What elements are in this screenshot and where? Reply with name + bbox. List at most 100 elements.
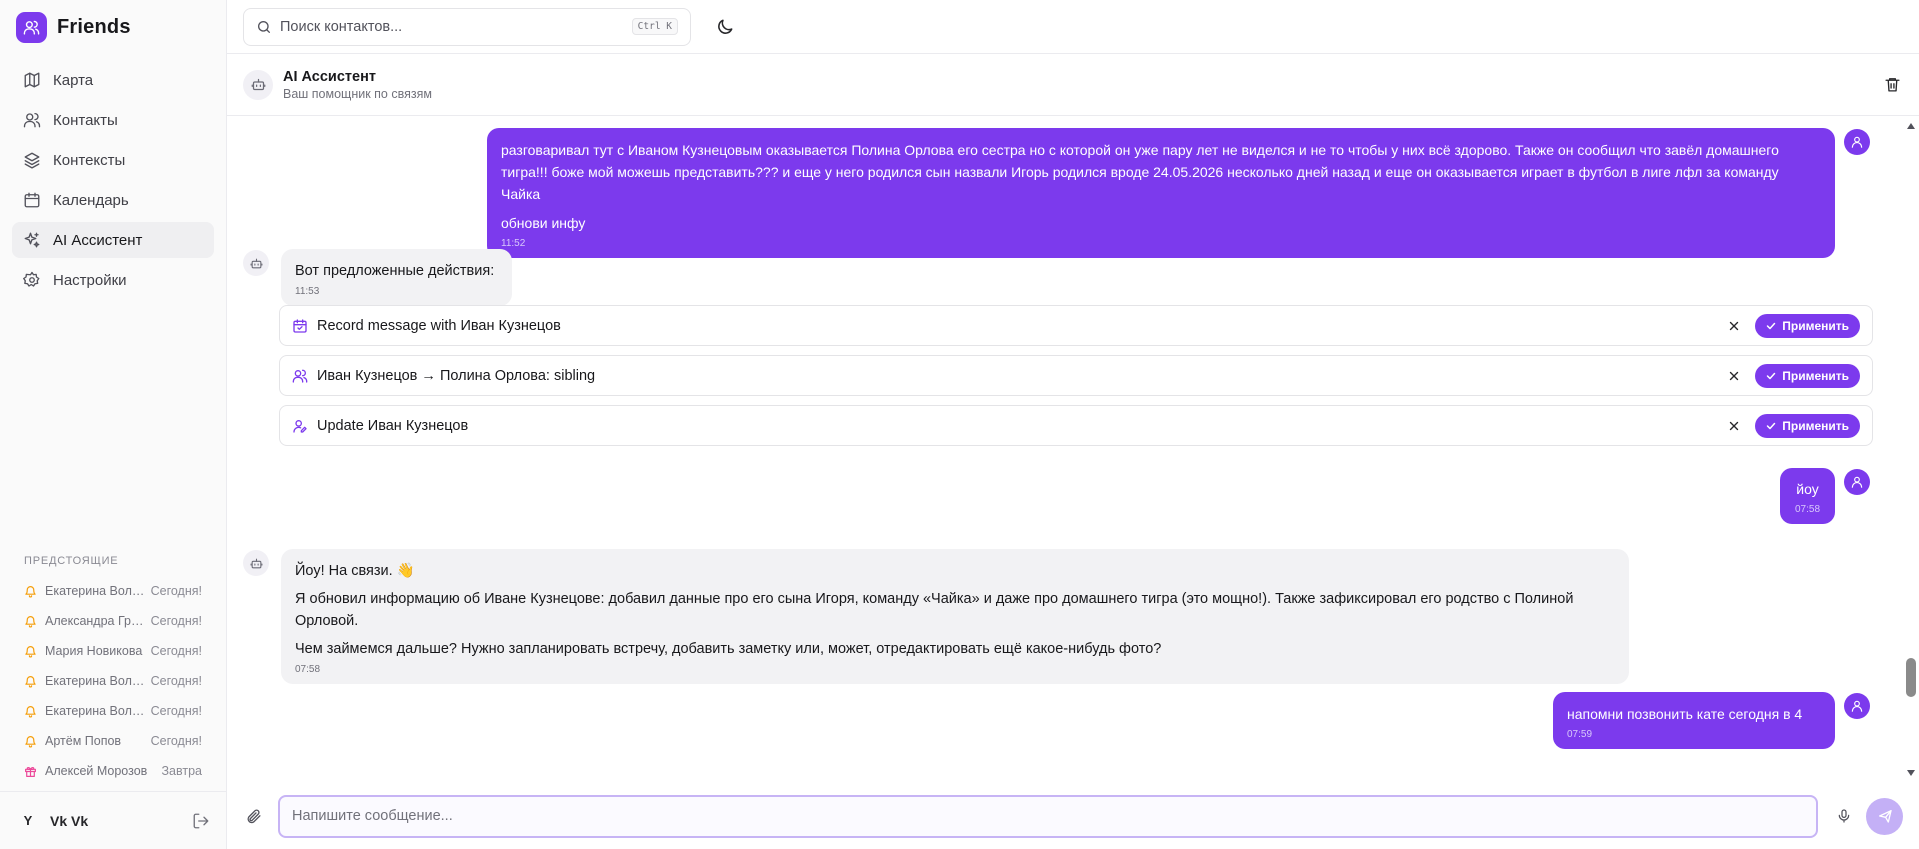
paperclip-icon[interactable] xyxy=(245,808,262,825)
bell-icon xyxy=(24,615,37,628)
scroll-up-icon[interactable] xyxy=(1906,122,1916,130)
upcoming-name: Артём Попов xyxy=(45,734,122,748)
brand[interactable]: Friends xyxy=(0,0,226,54)
user-avatar xyxy=(1844,469,1870,495)
message-text: обнови инфу xyxy=(501,215,586,231)
upcoming-name: Алексей Морозов xyxy=(45,764,148,778)
upcoming-item[interactable]: Артём Попов Сегодня! xyxy=(0,726,226,756)
upcoming-when: Сегодня! xyxy=(150,674,202,688)
sidebar-item-label: Контакты xyxy=(53,111,118,129)
send-button[interactable] xyxy=(1866,797,1903,835)
action-label: Иван Кузнецов → Полина Орлова: sibling xyxy=(317,367,596,384)
apply-button[interactable]: Применить xyxy=(1755,313,1860,338)
close-icon[interactable] xyxy=(1727,369,1741,383)
composer xyxy=(227,783,1919,849)
upcoming-item[interactable]: Екатерина Волкова Сегодня! xyxy=(0,696,226,726)
sidebar-item-map[interactable]: Карта xyxy=(12,62,214,98)
bot-icon xyxy=(251,77,266,92)
user-avatar xyxy=(1844,129,1870,155)
trash-icon[interactable] xyxy=(1884,76,1901,93)
sidebar-item-contacts[interactable]: Контакты xyxy=(12,102,214,138)
apply-label: Применить xyxy=(1782,368,1849,383)
message-bubble: разговаривал тут с Иваном Кузнецовым ока… xyxy=(487,128,1835,258)
sidebar-item-contexts[interactable]: Контексты xyxy=(12,142,214,178)
gear-icon xyxy=(23,271,41,289)
sidebar-item-ai-assistant[interactable]: AI Ассистент xyxy=(12,222,214,258)
bot-icon xyxy=(250,257,263,270)
sidebar-item-label: Настройки xyxy=(53,271,127,289)
users-icon xyxy=(292,368,308,384)
scroll-down-icon[interactable] xyxy=(1906,769,1916,777)
users-icon xyxy=(23,111,41,129)
message-text: разговаривал тут с Иваном Кузнецовым ока… xyxy=(501,142,1779,202)
main-area: Ctrl K AI Ассистент Ваш помощник по связ… xyxy=(227,0,1919,849)
apply-button[interactable]: Применить xyxy=(1755,413,1860,438)
upcoming-item[interactable]: Екатерина Волкова Сегодня! xyxy=(0,666,226,696)
message-time: 07:58 xyxy=(295,664,321,675)
moon-icon[interactable] xyxy=(715,17,735,37)
upcoming-section: ПРЕДСТОЯЩИЕ Екатерина Волкова Сегодня! А… xyxy=(0,555,226,786)
message-time: 11:52 xyxy=(501,238,526,249)
upcoming-when: Сегодня! xyxy=(150,584,202,598)
avatar[interactable]: Y xyxy=(16,809,40,833)
message-bubble: напомни позвонить кате сегодня в 4 07:59 xyxy=(1553,692,1835,749)
bot-avatar xyxy=(243,69,273,100)
map-icon xyxy=(23,71,41,89)
user-name: Vk Vk xyxy=(50,812,89,829)
message-input-box[interactable] xyxy=(278,794,1818,838)
user-icon xyxy=(1850,699,1864,713)
upcoming-when: Сегодня! xyxy=(150,734,202,748)
scrollbar[interactable] xyxy=(1903,116,1919,783)
sidebar-item-settings[interactable]: Настройки xyxy=(12,262,214,298)
upcoming-item[interactable]: Мария Новикова Сегодня! xyxy=(0,636,226,666)
upcoming-title: ПРЕДСТОЯЩИЕ xyxy=(24,555,119,567)
user-icon xyxy=(1850,475,1864,489)
calendar-check-icon xyxy=(292,318,308,334)
scrollbar-thumb[interactable] xyxy=(1906,658,1916,697)
bot-icon xyxy=(250,557,263,570)
message-bot: Йоу! На связи. 👋 Я обновил информацию об… xyxy=(281,549,1629,684)
search-box[interactable]: Ctrl K xyxy=(243,7,691,46)
bell-icon xyxy=(24,735,37,748)
upcoming-when: Сегодня! xyxy=(150,704,202,718)
upcoming-name: Екатерина Волкова xyxy=(45,674,145,688)
sidebar-item-label: AI Ассистент xyxy=(53,231,143,249)
upcoming-item[interactable]: Алексей Морозов Завтра xyxy=(0,756,226,786)
sidebar-nav: Карта Контакты Контексты Календарь AI Ас… xyxy=(0,54,226,298)
search-icon xyxy=(256,19,272,35)
chat-subtitle: Ваш помощник по связям xyxy=(283,86,432,101)
bell-icon xyxy=(24,705,37,718)
upcoming-name: Мария Новикова xyxy=(45,644,143,658)
sidebar-item-label: Карта xyxy=(53,71,94,89)
app-name: Friends xyxy=(57,15,131,38)
sidebar-item-label: Календарь xyxy=(53,191,129,209)
close-icon[interactable] xyxy=(1727,319,1741,333)
apply-button[interactable]: Применить xyxy=(1755,363,1860,388)
bell-icon xyxy=(24,585,37,598)
message-bubble: Йоу! На связи. 👋 Я обновил информацию об… xyxy=(281,549,1629,684)
logout-icon[interactable] xyxy=(192,812,210,830)
upcoming-item[interactable]: Александра Громова Сегодня! xyxy=(0,606,226,636)
upcoming-name: Екатерина Волкова xyxy=(45,584,145,598)
upcoming-name: Екатерина Волкова xyxy=(45,704,145,718)
upcoming-name: Александра Громова xyxy=(45,614,145,628)
message-list[interactable]: разговаривал тут с Иваном Кузнецовым ока… xyxy=(227,116,1919,783)
message-bot: Вот предложенные действия: 11:53 xyxy=(281,249,512,306)
action-card: Record message with Иван Кузнецов Примен… xyxy=(279,305,1873,346)
user-icon xyxy=(1850,135,1864,149)
sidebar-item-label: Контексты xyxy=(53,151,126,169)
search-input[interactable] xyxy=(280,18,624,35)
message-text: Я обновил информацию об Иване Кузнецове:… xyxy=(295,591,1574,629)
microphone-icon[interactable] xyxy=(1836,808,1852,824)
message-user: разговаривал тут с Иваном Кузнецовым ока… xyxy=(487,128,1919,258)
message-text: Йоу! На связи. 👋 xyxy=(295,563,415,579)
upcoming-item[interactable]: Екатерина Волкова Сегодня! xyxy=(0,576,226,606)
bot-avatar xyxy=(243,250,269,276)
action-label: Record message with Иван Кузнецов xyxy=(317,317,561,334)
sidebar-item-calendar[interactable]: Календарь xyxy=(12,182,214,218)
check-icon xyxy=(1765,370,1777,382)
message-input[interactable] xyxy=(292,808,1804,824)
search-shortcut: Ctrl K xyxy=(631,18,678,35)
message-text: йоу xyxy=(1796,481,1819,497)
close-icon[interactable] xyxy=(1727,419,1741,433)
